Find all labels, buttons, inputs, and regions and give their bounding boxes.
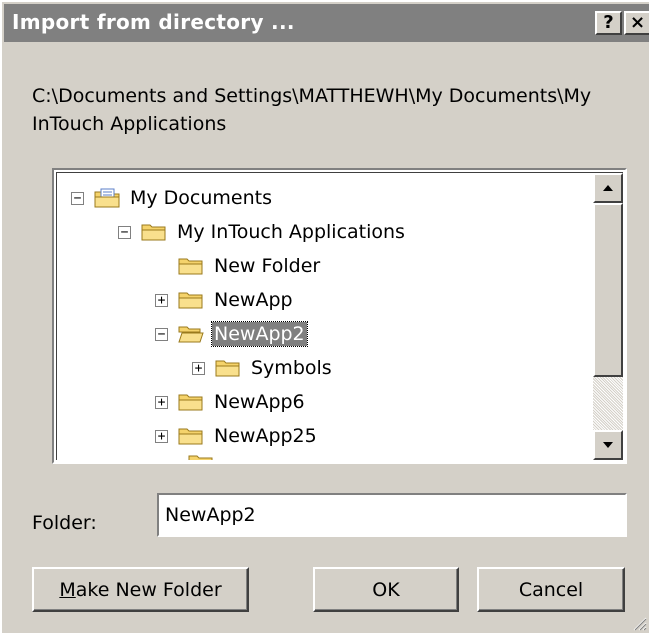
folder-icon xyxy=(178,292,203,309)
folder-tree[interactable]: − My Documents − My InTouch Applications xyxy=(52,168,627,464)
folder-label: Folder: xyxy=(32,512,97,534)
scroll-thumb[interactable] xyxy=(593,203,623,377)
collapse-icon[interactable]: − xyxy=(71,191,84,205)
tree-item-label: My Documents xyxy=(130,187,273,209)
folder-icon xyxy=(178,428,203,445)
ok-button[interactable]: OK xyxy=(313,567,459,612)
folder-icon xyxy=(188,455,213,460)
tree-item-symbols[interactable]: + Symbols xyxy=(192,351,334,385)
expand-icon[interactable]: + xyxy=(155,395,168,409)
arrow-up-icon xyxy=(603,185,613,191)
import-dialog: Import from directory ... ? × C:\Documen… xyxy=(0,0,649,633)
resize-grip-icon[interactable] xyxy=(631,615,647,631)
selected-path: C:\Documents and Settings\MATTHEWH\My Do… xyxy=(32,85,592,135)
scroll-down-button[interactable] xyxy=(593,430,623,460)
folder-icon xyxy=(178,258,203,275)
close-button[interactable]: × xyxy=(624,11,649,35)
arrow-down-icon xyxy=(603,442,613,448)
button-label: ake New Folder xyxy=(75,578,222,601)
tree-item-newapp[interactable]: + NewApp xyxy=(155,283,295,317)
expand-icon[interactable]: + xyxy=(192,361,205,375)
tree-item-newapp2[interactable]: − NewApp2 xyxy=(155,317,308,351)
dialog-title: Import from directory ... xyxy=(12,10,295,34)
tree-item-label: NewApp2 xyxy=(211,321,308,347)
vertical-scrollbar[interactable] xyxy=(593,173,623,460)
tree-item-label: New Folder xyxy=(214,255,321,277)
make-new-folder-button[interactable]: Make New Folder xyxy=(32,567,249,612)
mnemonic-letter: M xyxy=(59,578,76,601)
tree-item-my-documents[interactable]: − My Documents xyxy=(71,181,274,215)
open-folder-icon xyxy=(178,326,204,343)
tree-item-label: Symbols xyxy=(251,357,332,379)
collapse-icon[interactable]: − xyxy=(155,327,168,341)
help-button[interactable]: ? xyxy=(595,11,622,35)
title-bar[interactable]: Import from directory ... ? × xyxy=(4,4,649,42)
expand-icon[interactable]: + xyxy=(155,429,168,443)
tree-item-label: My InTouch Applications xyxy=(177,221,405,243)
tree-item-newapp6[interactable]: + NewApp6 xyxy=(155,385,307,419)
tree-item-label: NewApp25 xyxy=(214,425,317,447)
tree-item-my-intouch-applications[interactable]: − My InTouch Applications xyxy=(118,215,407,249)
cancel-button[interactable]: Cancel xyxy=(477,567,625,612)
tree-item-new-folder[interactable]: New Folder xyxy=(155,249,322,283)
scroll-up-button[interactable] xyxy=(593,173,623,203)
folder-input[interactable] xyxy=(157,493,627,537)
folder-icon xyxy=(178,394,203,411)
tree-item-label: NewApp6 xyxy=(214,391,305,413)
documents-folder-icon xyxy=(94,188,120,208)
folder-icon xyxy=(215,360,240,377)
folder-icon xyxy=(141,224,166,241)
expand-icon[interactable]: + xyxy=(155,293,168,307)
tree-item-label: NewApp xyxy=(214,289,293,311)
collapse-icon[interactable]: − xyxy=(118,225,131,239)
tree-item-newapp25[interactable]: + NewApp25 xyxy=(155,419,319,453)
